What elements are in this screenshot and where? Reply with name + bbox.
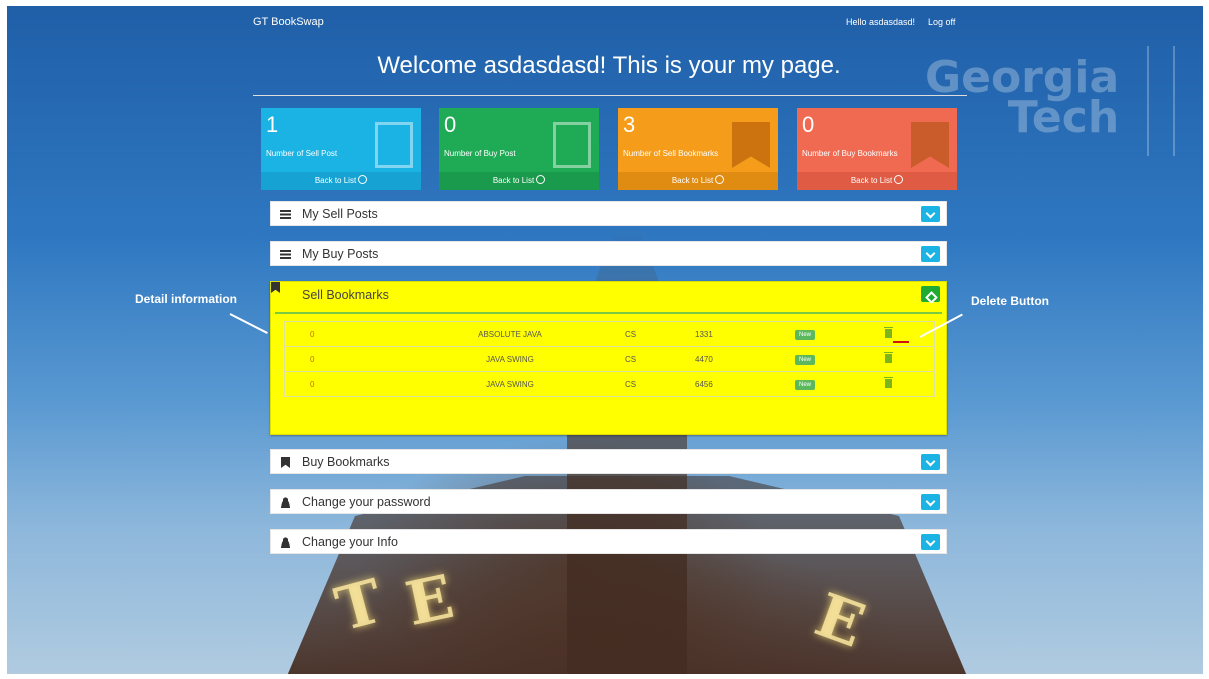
back-to-list-link[interactable]: Back to List [439, 172, 599, 190]
list-icon [280, 210, 291, 219]
panel-title: My Sell Posts [302, 207, 378, 221]
delete-highlight-underline [893, 341, 909, 343]
expand-toggle-button[interactable] [921, 454, 940, 470]
panel-sell-bookmarks: Sell Bookmarks 0 ABSOLUTE JAVA CS 1331 New 0 J… [270, 281, 947, 435]
book-title: JAVA SWING [405, 371, 615, 397]
panel-change-info[interactable]: Change your Info [270, 529, 947, 554]
back-to-list-link[interactable]: Back to List [261, 172, 421, 190]
stat-card-buy-bookmarks: 0 Number of Buy Bookmarks Back to List [797, 108, 957, 190]
bookmark-id: 0 [284, 346, 405, 372]
list-icon [553, 122, 591, 168]
table-row[interactable]: 0 ABSOLUTE JAVA CS 1331 New [284, 321, 935, 347]
status-cell: New [795, 321, 885, 347]
back-to-list-label: Back to List [314, 176, 357, 185]
table-row[interactable]: 0 JAVA SWING CS 4470 New [284, 346, 935, 372]
back-to-list-link[interactable]: Back to List [618, 172, 778, 190]
logoff-link[interactable]: Log off [928, 17, 955, 27]
sell-bookmarks-table: 0 ABSOLUTE JAVA CS 1331 New 0 JAVA SWING CS 4470… [284, 321, 935, 397]
status-cell: New [795, 371, 885, 397]
circle-arrow-icon [536, 175, 546, 184]
title-divider [253, 95, 967, 96]
annotation-delete-button: Delete Button [971, 294, 1049, 308]
book-title: JAVA SWING [405, 346, 615, 372]
bookmark-id: 0 [284, 321, 405, 347]
book-department: CS [615, 321, 685, 347]
panel-my-sell-posts[interactable]: My Sell Posts [270, 201, 947, 226]
stat-value: 1 [266, 112, 279, 137]
user-greeting-link[interactable]: Hello asdasdasd! [846, 17, 915, 27]
course-number: 6456 [685, 371, 795, 397]
course-number: 1331 [685, 321, 795, 347]
expand-toggle-button[interactable] [921, 246, 940, 262]
bookmark-id: 0 [284, 371, 405, 397]
course-number: 4470 [685, 346, 795, 372]
status-badge: New [795, 354, 816, 365]
stat-value: 0 [444, 112, 457, 137]
bookmark-icon [911, 122, 949, 168]
welcome-suffix: This is your my page. [606, 52, 841, 79]
stat-value: 0 [802, 112, 815, 137]
stat-label: Number of Buy Bookmarks [802, 149, 898, 158]
welcome-prefix: Welcome [377, 52, 484, 79]
stat-card-buy-posts: 0 Number of Buy Post Back to List [439, 108, 599, 190]
panel-title: My Buy Posts [302, 247, 379, 261]
stat-label: Number of Sell Bookmarks [623, 149, 719, 158]
panel-divider [275, 312, 942, 314]
user-icon [280, 537, 291, 548]
user-icon [280, 497, 291, 508]
expand-toggle-button[interactable] [921, 494, 940, 510]
panel-title: Change your password [302, 495, 431, 509]
list-icon [280, 250, 291, 259]
list-icon [375, 122, 413, 168]
panel-title: Buy Bookmarks [302, 455, 390, 469]
welcome-username: asdasdasd! [483, 52, 607, 79]
back-to-list-label: Back to List [671, 176, 714, 185]
panel-title[interactable]: Sell Bookmarks [302, 288, 389, 302]
brand-link[interactable]: GT BookSwap [253, 16, 324, 28]
circle-arrow-icon [358, 175, 368, 184]
panel-title: Change your Info [302, 535, 398, 549]
circle-arrow-icon [894, 175, 904, 184]
expand-toggle-button[interactable] [921, 534, 940, 550]
status-cell: New [795, 346, 885, 372]
stat-card-sell-bookmarks: 3 Number of Sell Bookmarks Back to List [618, 108, 778, 190]
trash-icon[interactable] [884, 376, 893, 388]
bookmark-icon [732, 122, 770, 168]
back-to-list-link[interactable]: Back to List [797, 172, 957, 190]
delete-cell [884, 371, 935, 397]
status-badge: New [795, 379, 816, 390]
status-badge: New [795, 329, 816, 340]
expand-toggle-button[interactable] [921, 206, 940, 222]
stat-value: 3 [623, 112, 636, 137]
stat-label: Number of Buy Post [444, 149, 516, 158]
back-to-list-label: Back to List [850, 176, 893, 185]
stat-card-sell-posts: 1 Number of Sell Post Back to List [261, 108, 421, 190]
logo-spire-icon [1147, 46, 1175, 156]
bookmark-icon [281, 457, 290, 468]
table-row[interactable]: 0 JAVA SWING CS 6456 New [284, 371, 935, 397]
panel-buy-bookmarks[interactable]: Buy Bookmarks [270, 449, 947, 474]
trash-icon[interactable] [884, 326, 893, 338]
stat-label: Number of Sell Post [266, 149, 338, 158]
book-title: ABSOLUTE JAVA [405, 321, 615, 347]
back-to-list-label: Back to List [492, 176, 535, 185]
book-department: CS [615, 346, 685, 372]
bookmark-icon [271, 282, 280, 293]
circle-arrow-icon [715, 175, 725, 184]
panel-change-password[interactable]: Change your password [270, 489, 947, 514]
book-department: CS [615, 371, 685, 397]
panel-my-buy-posts[interactable]: My Buy Posts [270, 241, 947, 266]
trash-icon[interactable] [884, 351, 893, 363]
page-title: Welcome asdasdasd! This is your my page. [253, 52, 965, 80]
delete-cell [884, 346, 935, 372]
annotation-detail-information: Detail information [135, 292, 238, 306]
collapse-toggle-button[interactable] [921, 286, 940, 302]
